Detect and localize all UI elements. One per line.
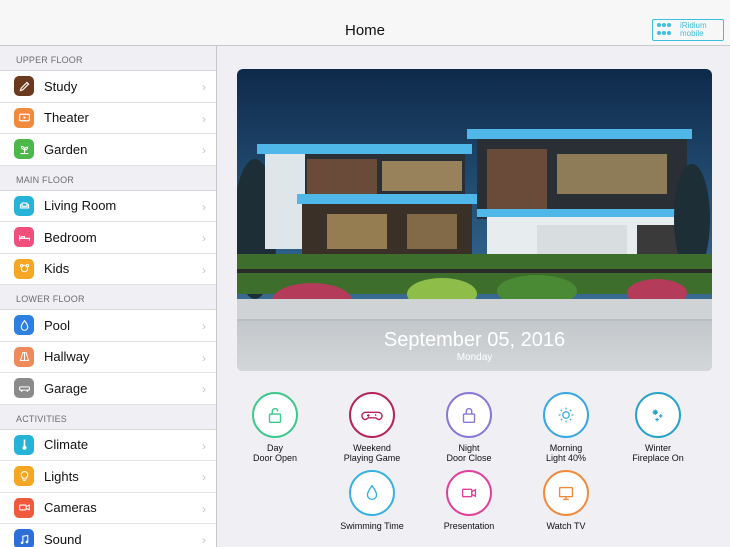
tv-icon <box>543 470 589 516</box>
chevron-right-icon: › <box>202 111 206 126</box>
sidebar-item-label: Climate <box>44 437 89 453</box>
scene-label: Winter <box>644 443 671 453</box>
section-header-main-floor: MAIN FLOOR <box>0 165 216 191</box>
scene-winter-fireplace[interactable]: Winter Fireplace On <box>618 392 698 463</box>
sidebar: UPPER FLOOR Study › Theater › Garden › M… <box>0 46 217 547</box>
scene-weekend-playing-game[interactable]: Weekend Playing Game <box>332 392 412 463</box>
chevron-right-icon: › <box>202 231 206 245</box>
logo-dots-icon <box>657 23 675 37</box>
sidebar-item-garden[interactable]: Garden › <box>0 134 216 166</box>
page-title: Home <box>344 22 385 39</box>
date-label: September 05, 2016 <box>383 329 566 351</box>
sidebar-item-climate[interactable]: Climate › <box>0 429 216 461</box>
sidebar-item-hallway[interactable]: Hallway › <box>0 341 216 373</box>
sidebar-item-sound[interactable]: Sound › <box>0 524 216 547</box>
scene-morning-light[interactable]: Morning Light 40% <box>526 392 606 463</box>
drop-icon <box>349 470 395 516</box>
scene-sublabel: Fireplace On <box>632 453 684 463</box>
drop-icon <box>14 315 34 336</box>
camera-icon <box>14 497 34 518</box>
scene-watch-tv[interactable]: Watch TV <box>526 470 606 531</box>
sidebar-item-cameras[interactable]: Cameras › <box>0 492 216 524</box>
sidebar-item-label: Cameras <box>44 500 97 516</box>
sidebar-item-theater[interactable]: Theater › <box>0 102 216 134</box>
snowflake-icon <box>635 392 681 438</box>
scene-label: Watch TV <box>546 521 586 531</box>
sidebar-item-label: Lights <box>44 468 79 484</box>
sidebar-item-label: Bedroom <box>44 229 97 245</box>
section-header-lower-floor: LOWER FLOOR <box>0 285 216 310</box>
scene-label: Presentation <box>443 521 495 531</box>
sidebar-item-living-room[interactable]: Living Room › <box>0 190 216 222</box>
pencil-icon <box>14 76 34 97</box>
section-header-upper-floor: UPPER FLOOR <box>0 46 216 71</box>
chevron-right-icon: › <box>202 80 206 94</box>
sidebar-item-label: Theater <box>44 110 89 126</box>
sidebar-item-label: Sound <box>44 531 82 547</box>
scene-label: Day <box>266 443 283 453</box>
scene-sublabel: Door Close <box>446 453 492 463</box>
house-hero-image: September 05, 2016 Monday <box>237 69 712 371</box>
scene-label: Swimming Time <box>340 521 404 531</box>
chevron-right-icon: › <box>202 350 206 365</box>
thermometer-icon <box>14 434 34 455</box>
day-label: Monday <box>456 352 493 363</box>
unlock-icon <box>252 392 298 438</box>
nav-bar: Home iRidium mobile <box>0 0 730 46</box>
iridium-logo: iRidium mobile <box>652 19 724 41</box>
scene-sublabel: Playing Game <box>343 453 401 463</box>
bed-icon <box>14 227 34 248</box>
scene-sublabel: Door Open <box>252 453 298 463</box>
chevron-right-icon: › <box>202 262 206 277</box>
scene-night-door-close[interactable]: Night Door Close <box>429 392 509 463</box>
sidebar-item-lights[interactable]: Lights › <box>0 461 216 493</box>
scene-swimming-time[interactable]: Swimming Time <box>332 470 412 531</box>
sidebar-item-label: Living Room <box>44 198 117 214</box>
garden-icon <box>14 139 34 160</box>
scene-sublabel: Light 40% <box>545 453 587 463</box>
scene-label: Weekend <box>353 443 391 453</box>
chevron-right-icon: › <box>202 319 206 333</box>
lock-icon <box>446 392 492 438</box>
sidebar-item-garage[interactable]: Garage › <box>0 373 216 405</box>
garage-icon <box>14 378 34 399</box>
music-icon <box>14 529 34 547</box>
chevron-right-icon: › <box>202 382 206 396</box>
scene-presentation[interactable]: Presentation <box>429 470 509 531</box>
hallway-icon <box>14 346 34 367</box>
sidebar-item-label: Garage <box>44 380 88 396</box>
sun-icon <box>543 392 589 438</box>
kids-icon <box>14 258 34 279</box>
scene-label: Morning <box>549 443 583 453</box>
sidebar-item-label: Study <box>44 78 78 94</box>
bulb-icon <box>14 466 34 487</box>
chevron-right-icon: › <box>202 438 206 453</box>
chevron-right-icon: › <box>202 199 206 214</box>
sidebar-item-label: Pool <box>44 317 71 333</box>
logo-text: iRidium mobile <box>680 21 707 38</box>
sidebar-item-bedroom[interactable]: Bedroom › <box>0 222 216 254</box>
sidebar-item-label: Kids <box>44 261 70 277</box>
gamepad-icon <box>349 392 395 438</box>
video-icon <box>446 470 492 516</box>
sidebar-item-pool[interactable]: Pool › <box>0 310 216 342</box>
theater-icon <box>14 107 34 128</box>
chevron-right-icon: › <box>202 533 206 547</box>
sidebar-item-kids[interactable]: Kids › <box>0 253 216 285</box>
sidebar-item-label: Garden <box>44 141 88 157</box>
chevron-right-icon: › <box>202 501 206 516</box>
sofa-icon <box>14 195 34 216</box>
sidebar-item-study[interactable]: Study › <box>0 71 216 103</box>
chevron-right-icon: › <box>202 470 206 484</box>
scene-day-door-open[interactable]: Day Door Open <box>235 392 315 463</box>
section-header-activities: ACTIVITIES <box>0 404 216 430</box>
sidebar-item-label: Hallway <box>44 349 90 365</box>
chevron-right-icon: › <box>202 143 206 157</box>
scene-label: Night <box>458 443 480 453</box>
